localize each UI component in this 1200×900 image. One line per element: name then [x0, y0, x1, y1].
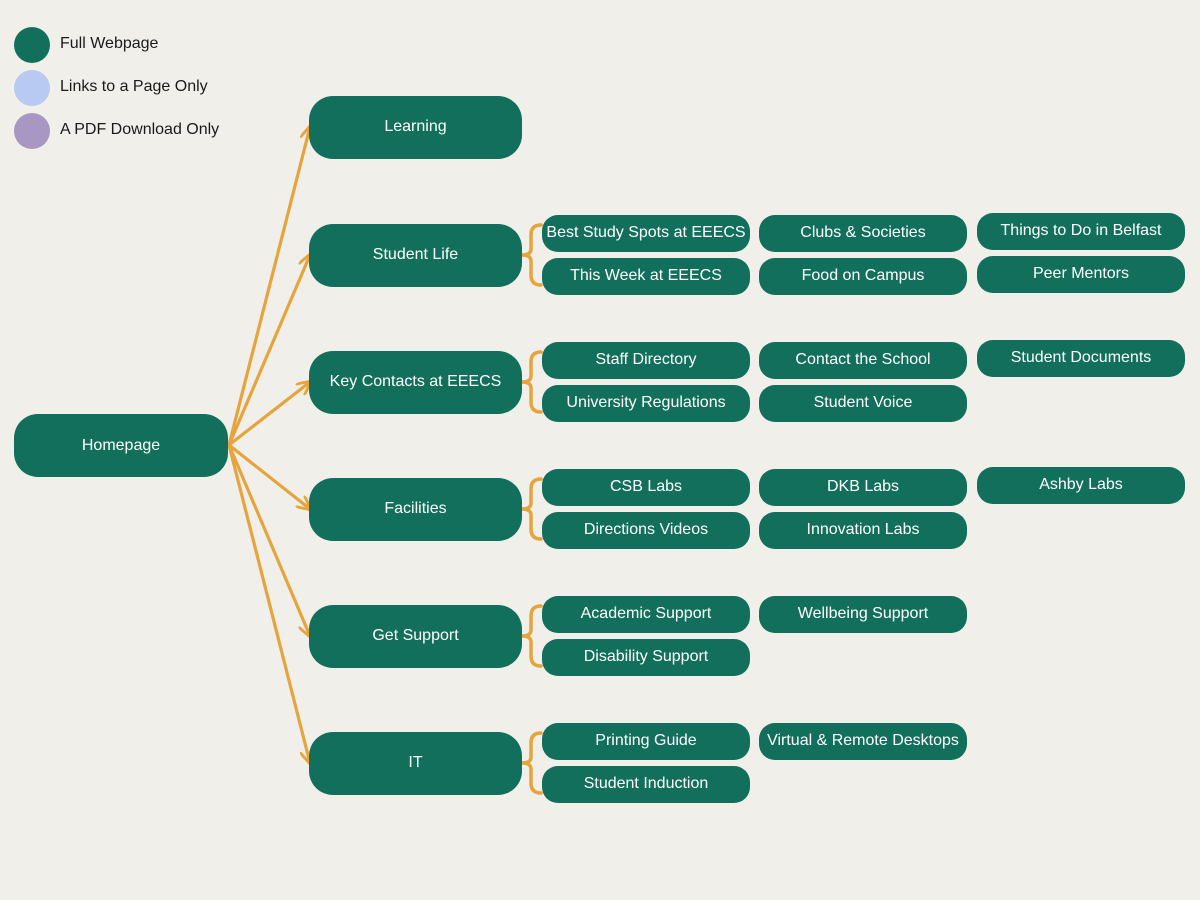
node-staff-directory[interactable]: Staff Directory: [542, 341, 750, 379]
node-clubs-and-societies[interactable]: Clubs & Societies: [759, 214, 967, 252]
legend-swatch-a-pdf-download-only: [14, 113, 50, 149]
legend-swatch-links-to-a-page-only: [14, 70, 50, 106]
node-dkb-labs[interactable]: DKB Labs: [759, 468, 967, 506]
node-this-week-at-eeecs[interactable]: This Week at EEECS: [542, 257, 750, 295]
node-get-support[interactable]: Get Support: [309, 604, 522, 668]
node-academic-support[interactable]: Academic Support: [542, 595, 750, 633]
node-disability-support[interactable]: Disability Support: [542, 638, 750, 676]
brace-student-life: [520, 223, 543, 287]
legend-label-full-webpage: Full Webpage: [60, 35, 159, 52]
node-things-to-do-in-belfast[interactable]: Things to Do in Belfast: [977, 212, 1185, 250]
node-food-on-campus[interactable]: Food on Campus: [759, 257, 967, 295]
node-key-contacts-at-eeecs[interactable]: Key Contacts at EEECS: [309, 350, 522, 414]
node-university-regulations[interactable]: University Regulations: [542, 384, 750, 422]
node-student-voice[interactable]: Student Voice: [759, 384, 967, 422]
node-student-documents[interactable]: Student Documents: [977, 339, 1185, 377]
node-innovation-labs[interactable]: Innovation Labs: [759, 511, 967, 549]
sitemap-diagram: Full Webpage Links to a Page Only A PDF Do…: [0, 0, 1200, 900]
brace-get-support: [520, 604, 543, 668]
legend-label-a-pdf-download-only: A PDF Download Only: [60, 121, 220, 138]
legend-swatch-full-webpage: [14, 27, 50, 63]
node-ashby-labs[interactable]: Ashby Labs: [977, 466, 1185, 504]
node-homepage[interactable]: Homepage: [14, 414, 228, 477]
brace-it: [520, 731, 543, 795]
legend-label-links-to-a-page-only: Links to a Page Only: [60, 78, 208, 95]
node-it[interactable]: IT: [309, 731, 522, 795]
node-learning[interactable]: Learning: [309, 95, 522, 159]
brace-facilities: [520, 477, 543, 541]
node-csb-labs[interactable]: CSB Labs: [542, 468, 750, 506]
node-wellbeing-support[interactable]: Wellbeing Support: [759, 595, 967, 633]
node-directions-videos[interactable]: Directions Videos: [542, 511, 750, 549]
node-best-study-spots-at-eeecs[interactable]: Best Study Spots at EEECS: [542, 214, 750, 252]
node-printing-guide[interactable]: Printing Guide: [542, 722, 750, 760]
node-peer-mentors[interactable]: Peer Mentors: [977, 255, 1185, 293]
node-contact-the-school[interactable]: Contact the School: [759, 341, 967, 379]
brace-key-contacts-at-eeecs: [520, 350, 543, 414]
node-facilities[interactable]: Facilities: [309, 477, 522, 541]
node-student-induction[interactable]: Student Induction: [542, 765, 750, 803]
node-virtual-and-remote-desktops[interactable]: Virtual & Remote Desktops: [759, 722, 967, 760]
node-student-life[interactable]: Student Life: [309, 223, 522, 287]
